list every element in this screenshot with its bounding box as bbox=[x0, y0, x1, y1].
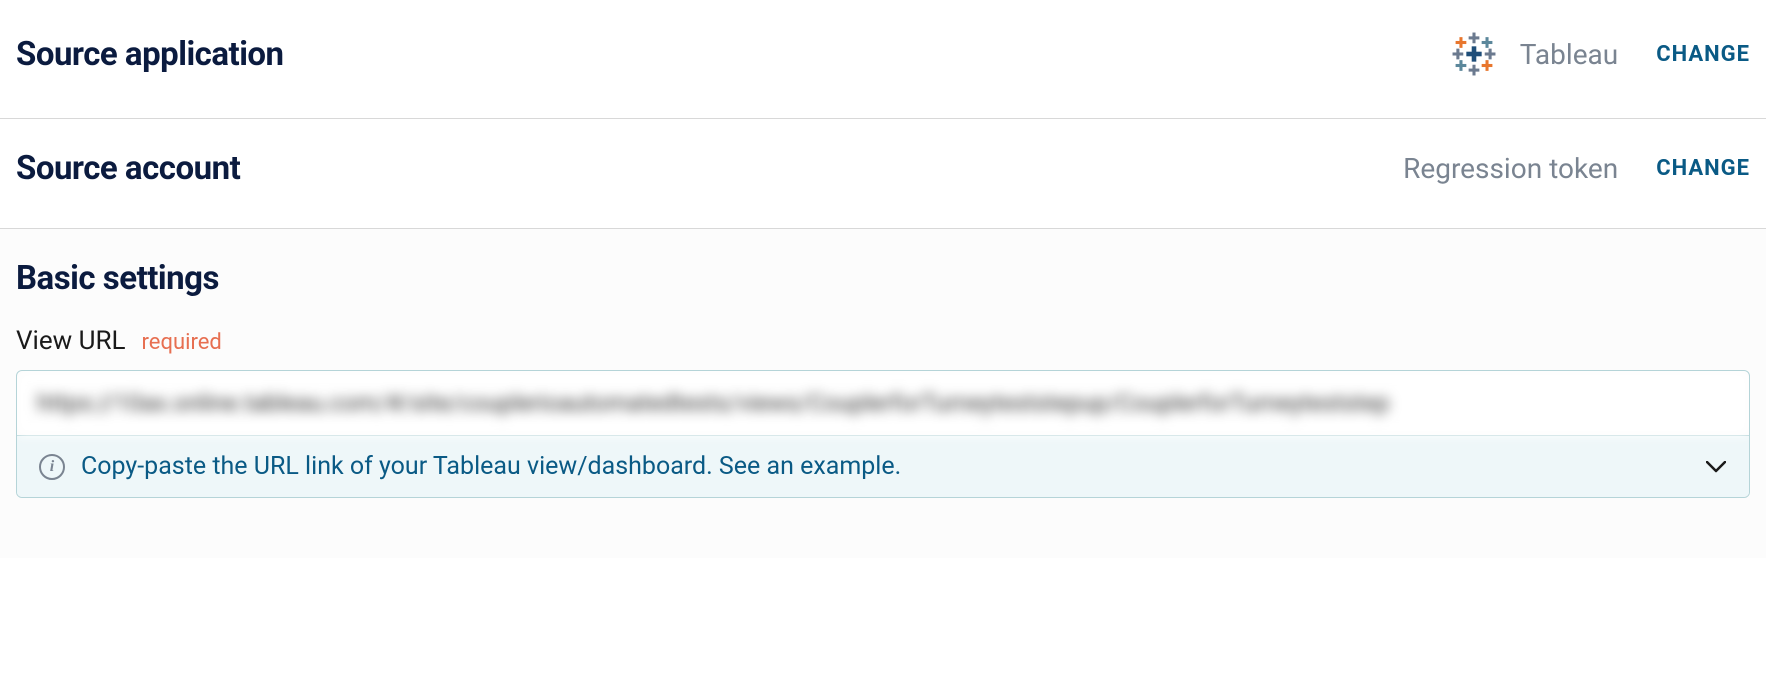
source-application-value-group: Tableau bbox=[1450, 30, 1618, 78]
source-application-section: Source application bbox=[0, 0, 1766, 119]
view-url-hint-bar[interactable]: i Copy-paste the URL link of your Tablea… bbox=[17, 435, 1749, 497]
change-source-account-button[interactable]: CHANGE bbox=[1656, 156, 1750, 181]
info-icon: i bbox=[39, 454, 65, 480]
view-url-hint-text: Copy-paste the URL link of your Tableau … bbox=[81, 452, 901, 481]
view-url-label-row: View URL required bbox=[16, 326, 1750, 356]
change-source-application-button[interactable]: CHANGE bbox=[1656, 42, 1750, 67]
basic-settings-section: Basic settings View URL required i Copy-… bbox=[0, 229, 1766, 558]
tableau-icon bbox=[1450, 30, 1498, 78]
source-account-heading: Source account bbox=[16, 149, 240, 188]
view-url-input[interactable] bbox=[17, 371, 1749, 435]
view-url-input-wrapper: i Copy-paste the URL link of your Tablea… bbox=[16, 370, 1750, 498]
source-account-section: Source account Regression token CHANGE bbox=[0, 119, 1766, 229]
source-application-value: Tableau bbox=[1520, 38, 1618, 71]
basic-settings-heading: Basic settings bbox=[16, 259, 1750, 298]
required-tag: required bbox=[142, 330, 222, 355]
source-application-heading: Source application bbox=[16, 35, 284, 74]
view-url-label: View URL bbox=[16, 326, 126, 356]
source-account-value: Regression token bbox=[1403, 152, 1618, 185]
chevron-down-icon bbox=[1705, 456, 1727, 478]
